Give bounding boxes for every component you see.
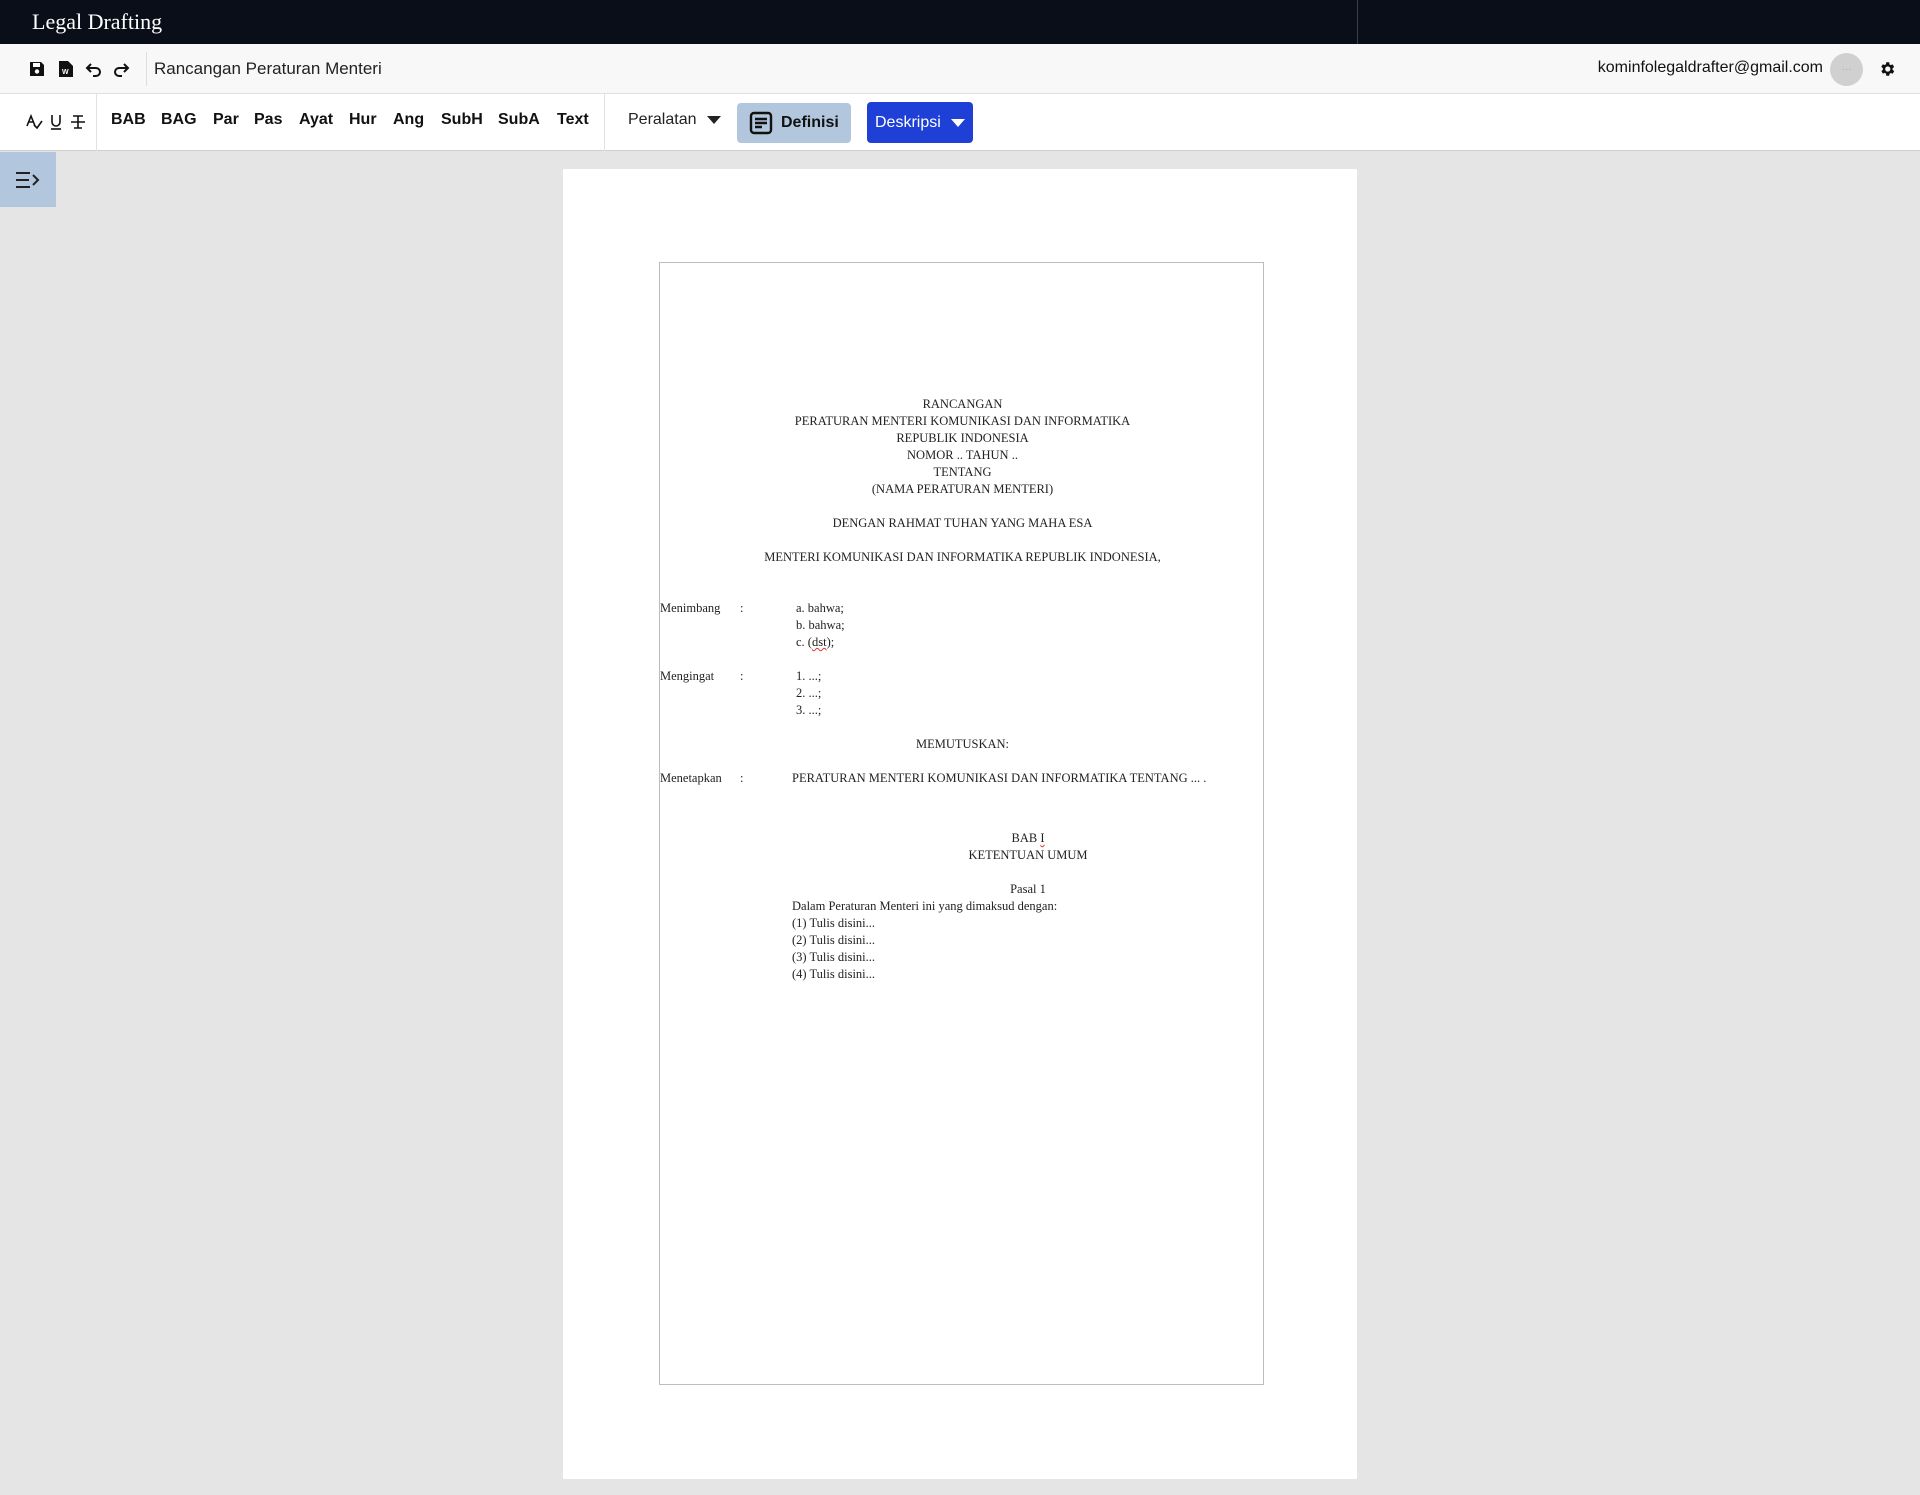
colon: : — [740, 601, 744, 615]
strikethrough-icon[interactable] — [68, 112, 88, 132]
bab-button[interactable]: BAB — [111, 111, 146, 129]
colon: : — [740, 771, 744, 785]
doc-heading-line: (NAMA PERATURAN MENTERI) — [871, 482, 1054, 496]
avatar[interactable]: ··· — [1830, 53, 1863, 86]
pasal-item: (3) Tulis disini... — [792, 950, 876, 964]
mengingat-label: Mengingat — [660, 669, 715, 683]
export-word-icon[interactable]: W — [56, 59, 76, 79]
redo-icon[interactable] — [111, 59, 131, 79]
ang-button[interactable]: Ang — [393, 111, 424, 129]
doc-heading-line: RANCANGAN — [922, 397, 1003, 411]
misspelled-word: dst — [811, 635, 827, 649]
doc-memutuskan: MEMUTUSKAN: — [915, 737, 1010, 751]
bab-heading: BAB I — [792, 830, 1264, 847]
note-icon — [749, 111, 773, 135]
save-icon[interactable] — [27, 59, 47, 79]
menetapkan-label: Menetapkan — [660, 771, 722, 785]
suba-button[interactable]: SubA — [498, 111, 540, 129]
bab-number: I — [1040, 831, 1045, 845]
pasal-intro: Dalam Peraturan Menteri ini yang dimaksu… — [792, 899, 1058, 913]
pasal-item: (4) Tulis disini... — [792, 967, 876, 981]
menetapkan-text: PERATURAN MENTERI KOMUNIKASI DAN INFORMA… — [792, 771, 1207, 785]
bab-prefix: BAB — [1011, 831, 1041, 845]
par-button[interactable]: Par — [213, 111, 239, 129]
pasal-item: (2) Tulis disini... — [792, 933, 876, 947]
divider — [96, 94, 97, 151]
chevron-down-icon — [950, 118, 965, 127]
menimbang-c-prefix: c. ( — [796, 635, 812, 649]
spellcheck-icon[interactable] — [24, 112, 44, 132]
doc-heading-line: REPUBLIK INDONESIA — [896, 431, 1029, 445]
formatting-toolbar: BAB BAG Par Pas Ayat Hur Ang SubH SubA T… — [0, 94, 1920, 151]
doc-heading-line: TENTANG — [933, 465, 992, 479]
colon: : — [740, 669, 744, 683]
app-title: Legal Drafting — [32, 9, 163, 34]
app-header: Legal Drafting — [0, 0, 1920, 44]
doc-menteri: MENTERI KOMUNIKASI DAN INFORMATIKA REPUB… — [764, 550, 1161, 564]
doc-heading-line: NOMOR .. TAHUN .. — [907, 448, 1018, 462]
text-button[interactable]: Text — [557, 111, 589, 129]
peralatan-label: Peralatan — [628, 111, 697, 128]
doc-heading-line: PERATURAN MENTERI KOMUNIKASI DAN INFORMA… — [794, 414, 1131, 428]
divider — [604, 94, 605, 151]
deskripsi-label: Deskripsi — [875, 113, 941, 131]
pasal-item: (1) Tulis disini... — [792, 916, 876, 930]
sidebar-toggle-button[interactable] — [0, 152, 56, 207]
peralatan-dropdown[interactable]: Peralatan — [628, 111, 721, 129]
menubar: W Rancangan Peraturan Menteri kominfoleg… — [0, 44, 1920, 94]
mengingat-item: 3. ...; — [796, 703, 822, 717]
svg-text:W: W — [62, 69, 69, 76]
mengingat-item: 1. ...; — [796, 669, 822, 683]
subh-button[interactable]: SubH — [441, 111, 483, 129]
underline-icon[interactable] — [46, 112, 66, 132]
document-content-frame[interactable]: RANCANGAN PERATURAN MENTERI KOMUNIKASI D… — [659, 262, 1264, 1385]
pasal-heading: Pasal 1 — [1010, 882, 1046, 896]
chevron-down-icon — [706, 116, 721, 124]
user-email: kominfolegaldrafter@gmail.com — [1597, 59, 1823, 76]
definisi-button[interactable]: Definisi — [737, 103, 851, 143]
undo-icon[interactable] — [84, 59, 104, 79]
menimbang-item: c. (dst); — [796, 634, 834, 651]
header-divider — [1357, 0, 1358, 44]
hur-button[interactable]: Hur — [349, 111, 377, 129]
doc-rahmat: DENGAN RAHMAT TUHAN YANG MAHA ESA — [832, 516, 1093, 530]
mengingat-item: 2. ...; — [796, 686, 822, 700]
outline-toggle-icon — [16, 171, 40, 188]
ayat-button[interactable]: Ayat — [299, 111, 333, 129]
definisi-label: Definisi — [781, 114, 839, 131]
bab-title: KETENTUAN UMUM — [968, 848, 1088, 862]
menimbang-c-suffix: ); — [826, 635, 835, 649]
menimbang-item: b. bahwa; — [796, 618, 845, 632]
menimbang-label: Menimbang — [660, 601, 721, 615]
document-name[interactable]: Rancangan Peraturan Menteri — [154, 59, 382, 79]
divider — [146, 52, 147, 86]
document-page[interactable]: RANCANGAN PERATURAN MENTERI KOMUNIKASI D… — [563, 169, 1357, 1479]
deskripsi-dropdown[interactable]: Deskripsi — [867, 102, 973, 143]
menimbang-item: a. bahwa; — [796, 601, 844, 615]
gear-icon[interactable] — [1876, 58, 1898, 80]
pas-button[interactable]: Pas — [254, 111, 282, 129]
bag-button[interactable]: BAG — [161, 111, 197, 129]
